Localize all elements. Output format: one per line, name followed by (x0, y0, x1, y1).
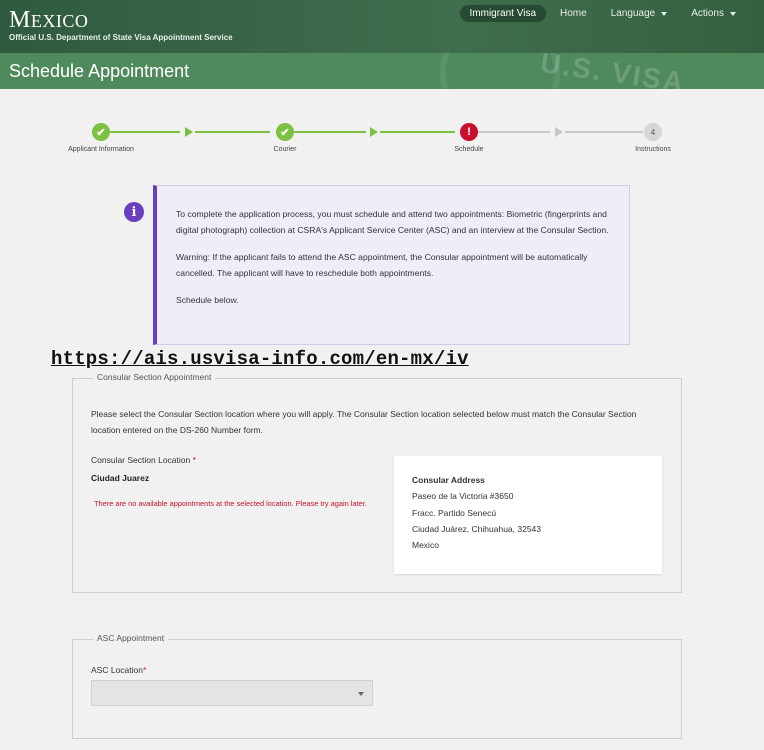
us-visa-watermark: U.S. VISA (538, 53, 688, 89)
step-4-number: 4 (644, 123, 662, 141)
site-country-logo[interactable]: MEXICO (9, 7, 88, 34)
nav-immigrant-visa[interactable]: Immigrant Visa (459, 5, 547, 22)
consular-intro-text: Please select the Consular Section locat… (91, 409, 637, 435)
nav-language[interactable]: Language (601, 5, 678, 22)
step-connector (565, 131, 643, 133)
consular-section-legend: Consular Section Appointment (93, 372, 216, 382)
step-connector (110, 131, 180, 133)
step-2-label: Courier (273, 146, 297, 153)
step-3-label: Schedule (454, 146, 484, 153)
address-line: Mexico (412, 540, 439, 551)
address-title: Consular Address (412, 475, 485, 485)
step-connector (380, 131, 455, 133)
asc-location-select[interactable] (91, 680, 373, 706)
step-arrow-icon (185, 127, 193, 137)
chevron-down-icon (661, 11, 668, 16)
step-connector (478, 131, 550, 133)
chevron-down-icon (358, 692, 364, 696)
page-title-band: Schedule Appointment U.S. VISA (0, 53, 764, 89)
site-url-overlay: https://ais.usvisa-info.com/en-mx/iv (51, 348, 469, 370)
step-arrow-icon (370, 127, 378, 137)
asc-legend: ASC Appointment (93, 633, 169, 643)
required-mark: * (142, 665, 147, 675)
step-connector (294, 131, 366, 133)
page-title: Schedule Appointment (9, 61, 190, 81)
info-paragraph: To complete the application process, you… (176, 209, 609, 235)
site-subtitle: Official U.S. Department of State Visa A… (9, 33, 233, 42)
step-2-check-icon: ✔ (276, 123, 294, 141)
address-line: Ciudad Juárez, Chihuahua, 32543 (412, 523, 542, 534)
asc-location-label: ASC Location* (91, 665, 147, 675)
address-line: Paseo de la Victoria #3650 (412, 491, 514, 502)
consular-location-value[interactable]: Ciudad Juarez (91, 473, 149, 483)
info-notice: To complete the application process, you… (153, 185, 630, 345)
step-arrow-icon (555, 127, 563, 137)
step-4-label: Instructions (635, 146, 671, 153)
info-paragraph: Schedule below. (176, 295, 239, 305)
consular-address-card: Consular Address Paseo de la Victoria #3… (394, 456, 662, 574)
progress-stepper: ✔ Applicant Information ✔ Courier ! Sche… (0, 120, 764, 160)
chevron-down-icon (730, 11, 736, 16)
asc-fieldset: ASC Appointment ASC Location* (72, 633, 682, 739)
site-header: MEXICO Official U.S. Department of State… (0, 0, 764, 53)
step-1-check-icon: ✔ (92, 123, 110, 141)
info-icon: i (124, 202, 144, 222)
required-mark: * (192, 455, 196, 465)
step-connector (195, 131, 270, 133)
step-1-label: Applicant Information (68, 146, 134, 153)
no-appointments-error: There are no available appointments at t… (94, 499, 367, 508)
consular-location-label: Consular Section Location * (91, 455, 196, 465)
consular-section-fieldset: Consular Section Appointment Please sele… (72, 372, 682, 593)
top-nav: Immigrant Visa Home Language Actions (459, 5, 747, 22)
address-line: Fracc. Partido Senecú (412, 507, 497, 518)
info-warning: Warning: If the applicant fails to atten… (176, 252, 588, 278)
nav-home[interactable]: Home (550, 5, 597, 22)
nav-actions[interactable]: Actions (681, 5, 746, 22)
step-3-alert-icon: ! (460, 123, 478, 141)
